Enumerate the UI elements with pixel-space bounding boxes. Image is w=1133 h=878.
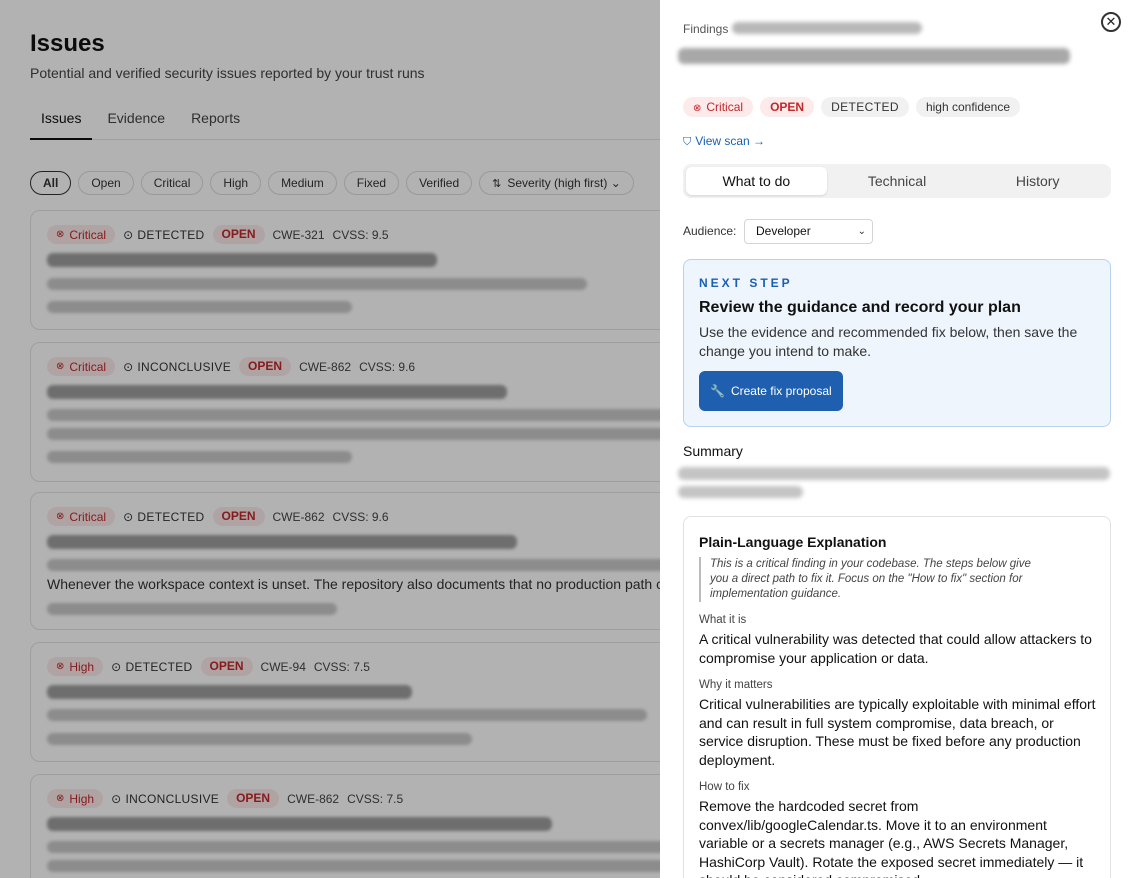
- plain-language-explanation: Plain-Language Explanation This is a cri…: [683, 516, 1111, 878]
- tab-history[interactable]: History: [967, 167, 1108, 195]
- why-it-matters-body: Critical vulnerabilities are typically e…: [699, 696, 1096, 768]
- next-step-title: Review the guidance and record your plan: [699, 299, 1021, 316]
- severity-label: Critical: [706, 100, 744, 114]
- tab-what-to-do[interactable]: What to do: [686, 167, 827, 195]
- chevron-down-icon: ⌄: [857, 226, 866, 237]
- finding-drawer: Findings ✕ ⊗ Critical OPEN DETECTED high …: [660, 0, 1133, 878]
- severity-badge: ⊗ Critical: [683, 97, 754, 117]
- shield-alert-icon: ⊗: [693, 103, 702, 114]
- tab-technical[interactable]: Technical: [827, 167, 968, 195]
- audience-label: Audience:: [683, 224, 737, 238]
- close-button[interactable]: ✕: [1101, 12, 1121, 32]
- why-it-matters-label: Why it matters: [699, 679, 773, 691]
- next-step-panel: NEXT STEP Review the guidance and record…: [683, 259, 1111, 427]
- view-scan-link[interactable]: ⛉ View scan →: [683, 134, 765, 149]
- finding-id-redacted: [732, 22, 922, 34]
- next-step-description: Use the evidence and recommended fix bel…: [699, 324, 1078, 359]
- summary-heading: Summary: [683, 443, 743, 459]
- create-fix-proposal-button[interactable]: 🔧 Create fix proposal: [699, 371, 843, 411]
- how-to-fix-label: How to fix: [699, 781, 750, 793]
- state-badge: OPEN: [760, 97, 815, 117]
- modal-backdrop[interactable]: [0, 0, 660, 878]
- finding-title-redacted: [678, 48, 1070, 64]
- audience-select[interactable]: Developer ⌄: [744, 219, 873, 244]
- what-it-is-body: A critical vulnerability was detected th…: [699, 631, 1092, 666]
- confidence-badge: high confidence: [915, 97, 1021, 117]
- explanation-title: Plain-Language Explanation: [699, 534, 887, 550]
- finding-badges: ⊗ Critical OPEN DETECTED high confidence: [683, 97, 1021, 117]
- summary-redacted: [678, 467, 1110, 480]
- audience-value: Developer: [756, 224, 811, 238]
- shield-icon: ⛉: [683, 136, 692, 148]
- drawer-tabs: What to do Technical History: [683, 164, 1111, 198]
- how-to-fix-body: Remove the hardcoded secret from convex/…: [699, 798, 1084, 878]
- breadcrumb[interactable]: Findings: [683, 22, 728, 36]
- view-scan-label: View scan →: [695, 134, 766, 148]
- wrench-icon: 🔧: [710, 384, 725, 398]
- close-icon: ✕: [1105, 14, 1117, 29]
- status-badge: DETECTED: [821, 97, 909, 117]
- next-step-eyebrow: NEXT STEP: [699, 276, 793, 290]
- what-it-is-label: What it is: [699, 614, 747, 626]
- summary-redacted: [678, 486, 803, 498]
- create-fix-proposal-label: Create fix proposal: [730, 384, 832, 398]
- explanation-note: This is a critical finding in your codeb…: [699, 557, 1044, 602]
